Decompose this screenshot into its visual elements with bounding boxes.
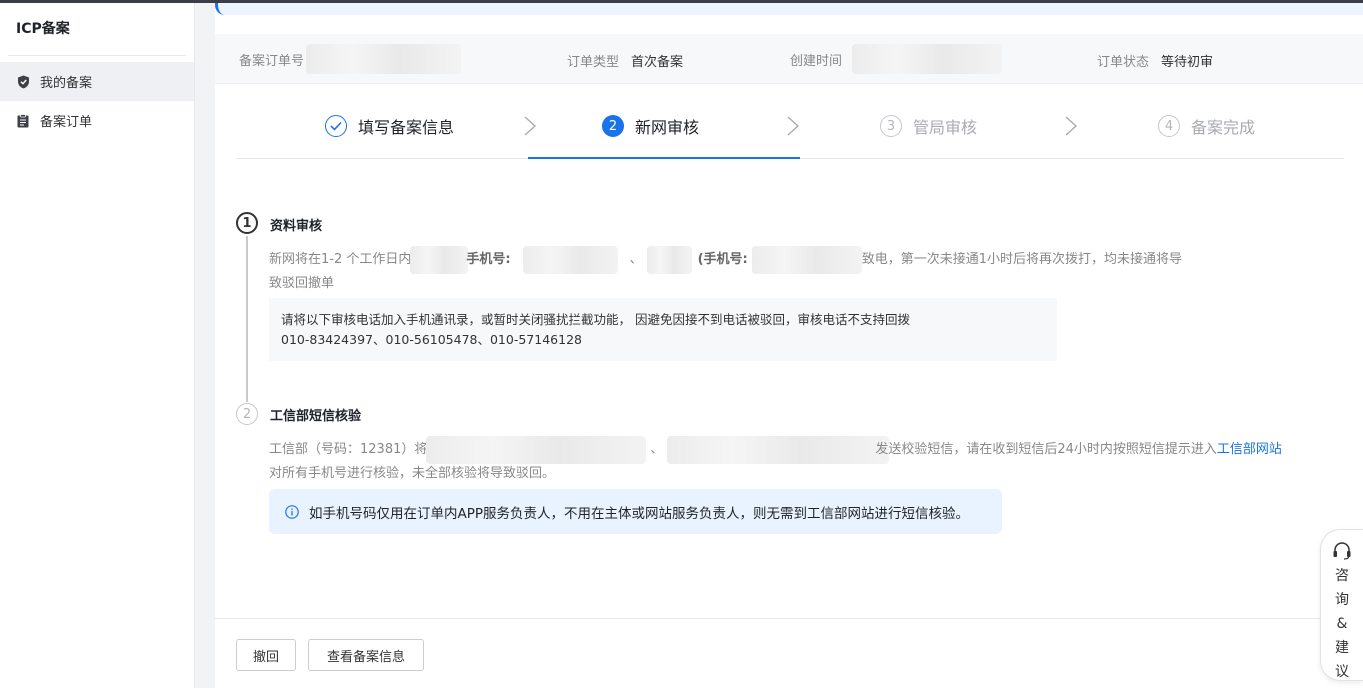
step-xinnet-review[interactable]: 2 新网审核 (602, 114, 699, 138)
order-type-label: 订单类型 (567, 55, 620, 70)
sms-tip-box: 如手机号码仅用在订单内APP服务负责人，不用在主体或网站服务负责人，则无需到工信… (269, 489, 1002, 534)
desc-text: 、 (650, 442, 664, 457)
footer-actions: 撤回 查看备案信息 (215, 618, 1363, 688)
view-filing-info-button[interactable]: 查看备案信息 (308, 639, 424, 671)
desc-text: 致电，第一次未接通1小时后将再次拨打，均未接通将导 (861, 252, 1183, 267)
created-time-field: 创建时间 (790, 44, 1003, 74)
section-title-material-review: 资料审核 (270, 219, 323, 234)
sidebar-item-filing-orders[interactable]: 备案订单 (0, 101, 194, 140)
order-no-value-redacted (306, 44, 462, 74)
consult-char: 咨 (1335, 568, 1349, 584)
progress-steps: 填写备案信息 2 新网审核 3 管局审核 4 备案完成 (236, 98, 1344, 159)
consult-char: & (1336, 616, 1348, 632)
review-phone-box: 请将以下审核电话加入手机通讯录，或暂时关闭骚扰拦截功能， 因避免因接不到电话被驳… (269, 298, 1057, 361)
desc-text: 发送校验短信，请在收到短信后24小时内按照短信提示进入 (875, 442, 1217, 457)
consult-feedback-widget[interactable]: 咨 询 & 建 议 (1320, 529, 1363, 681)
info-icon (285, 504, 299, 519)
consult-char: 建 (1335, 640, 1349, 656)
notice-strip (215, 3, 1363, 15)
phone-box-text: 请将以下审核电话加入手机通讯录，或暂时关闭骚扰拦截功能， 因避免因接不到电话被驳… (281, 312, 910, 327)
sidebar-brand: ICP备案 (16, 21, 70, 37)
order-status-field: 订单状态 等待初审 (1097, 51, 1213, 70)
headset-icon (1332, 542, 1352, 560)
consult-char: 询 (1335, 592, 1349, 608)
material-review-desc: 新网将在1-2 个工作日内给 手机号: 、 (手机号: 致电，第一次未接通1小时… (269, 246, 1269, 294)
section-title-sms-verification: 工信部短信核验 (270, 409, 362, 424)
desc-text: (手机号: (697, 252, 748, 267)
review-phone-numbers: 010-83424397、010-56105478、010-57146128 (281, 332, 582, 347)
sidebar-item-label: 我的备案 (40, 76, 93, 91)
redacted-phones (426, 436, 647, 464)
timeline-step-2: 2 (236, 403, 258, 425)
step-bureau-review[interactable]: 3 管局审核 (880, 114, 977, 138)
redacted-phone (522, 246, 618, 274)
step-label: 新网审核 (635, 118, 700, 137)
step-number: 2 (602, 115, 624, 137)
order-type-value: 首次备案 (631, 55, 684, 70)
order-no-field: 备案订单号 (239, 44, 462, 74)
sidebar-item-label: 备案订单 (40, 115, 93, 130)
tip-text: 如手机号码仅用在订单内APP服务负责人，不用在主体或网站服务负责人，则无需到工信… (309, 505, 970, 522)
desc-text: 、 (629, 252, 643, 267)
step-label: 填写备案信息 (358, 118, 455, 137)
redacted-name (646, 246, 692, 274)
order-status-value: 等待初审 (1161, 55, 1214, 70)
redacted-phone (751, 246, 862, 274)
active-step-underline (528, 157, 800, 159)
sidebar-item-my-filings[interactable]: 我的备案 (0, 62, 194, 101)
timeline-step-1: 1 (236, 212, 258, 234)
check-icon (325, 115, 347, 137)
order-no-label: 备案订单号 (239, 53, 305, 69)
desc-text: 工信部（号码：12381）将给 (269, 442, 441, 457)
step-filing-complete[interactable]: 4 备案完成 (1158, 114, 1255, 138)
step-label: 管局审核 (913, 118, 978, 137)
timeline-line (246, 236, 248, 402)
desc-text: 致驳回撤单 (269, 276, 335, 291)
step-number: 4 (1158, 115, 1180, 137)
clipboard-icon (16, 113, 30, 128)
redacted-phones (667, 436, 890, 464)
created-time-label: 创建时间 (790, 53, 843, 69)
withdraw-button[interactable]: 撤回 (236, 639, 296, 671)
miit-website-link[interactable]: 工信部网站 (1217, 440, 1282, 460)
redacted-name (410, 246, 469, 274)
desc-text: 新网将在1-2 个工作日内给 (269, 252, 425, 267)
created-time-value-redacted (852, 44, 1003, 74)
desc-text: 对所有手机号进行核验，未全部核验将导致驳回。 (269, 466, 556, 481)
chevron-right-icon (524, 116, 537, 136)
sidebar: ICP备案 我的备案 备案订单 (0, 3, 195, 688)
order-type-field: 订单类型 首次备案 (567, 51, 683, 70)
sidebar-divider (8, 55, 186, 56)
chevron-right-icon (787, 116, 800, 136)
shield-icon (16, 75, 30, 89)
step-fill-info[interactable]: 填写备案信息 (325, 114, 454, 138)
order-status-label: 订单状态 (1097, 55, 1150, 70)
step-label: 备案完成 (1191, 118, 1256, 137)
consult-char: 议 (1335, 664, 1349, 680)
order-info-bar: 备案订单号 订单类型 首次备案 创建时间 订单状态 等待初审 (215, 34, 1363, 84)
desc-text: 手机号: (466, 252, 511, 267)
chevron-right-icon (1065, 116, 1078, 136)
step-number: 3 (880, 115, 902, 137)
sms-verification-desc: 工信部（号码：12381）将给 、 发送校验短信，请在收到短信后24小时内按照短… (269, 436, 1349, 484)
